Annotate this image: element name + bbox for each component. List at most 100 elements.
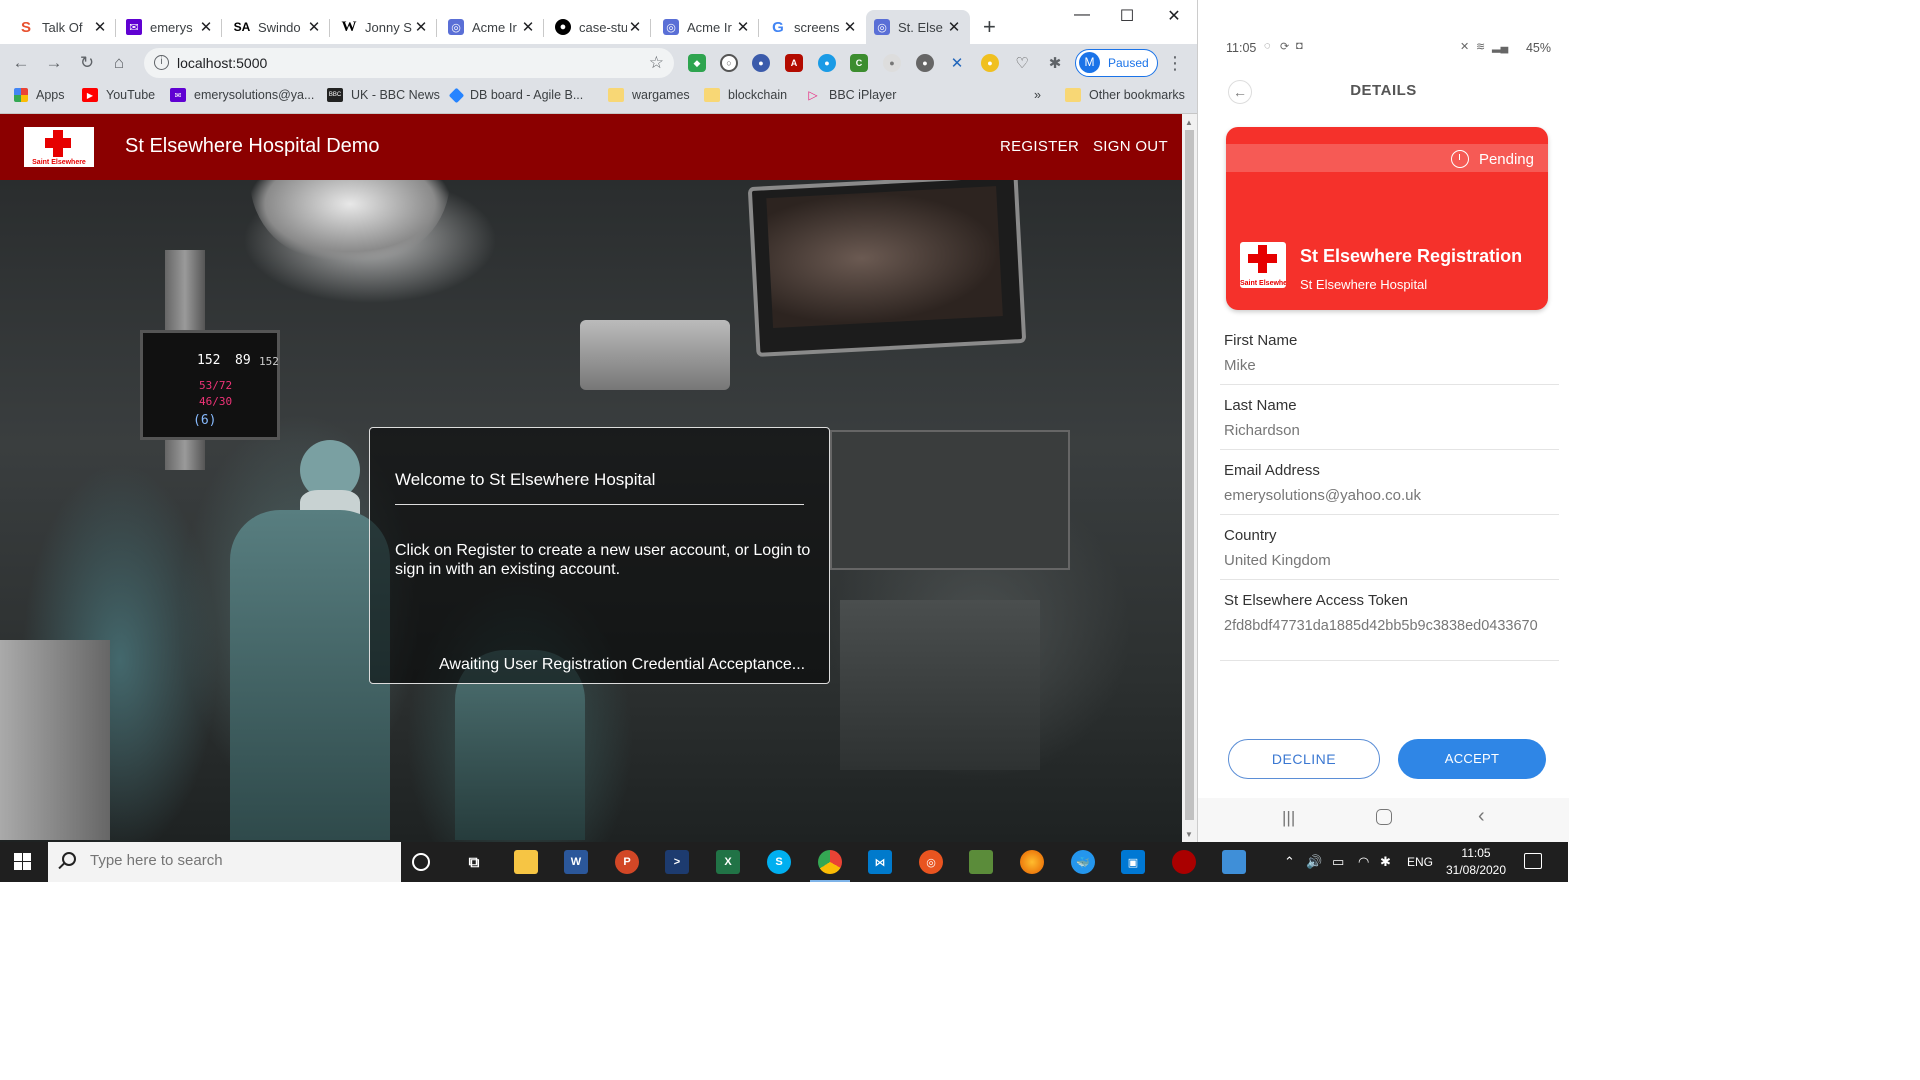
bookmark-db-board[interactable]: DB board - Agile B... — [448, 87, 583, 103]
close-icon[interactable]: ✕ — [946, 18, 962, 36]
docker-icon[interactable]: 🐳 — [1071, 850, 1095, 874]
close-icon[interactable]: ✕ — [842, 18, 858, 36]
scrollbar-thumb[interactable] — [1185, 130, 1194, 820]
extension-globe-icon[interactable]: ● — [752, 54, 770, 72]
vscode-icon[interactable]: ⋈ — [868, 850, 892, 874]
network-icon[interactable]: ◠ — [1358, 854, 1369, 870]
extension-gray-icon[interactable]: ● — [883, 54, 901, 72]
decline-button[interactable]: DECLINE — [1228, 739, 1380, 779]
bookmark-youtube[interactable]: ▶ YouTube — [82, 88, 155, 102]
close-icon[interactable]: ✕ — [413, 18, 429, 36]
firefox-icon[interactable] — [1020, 850, 1044, 874]
home-button[interactable]: ⌂ — [108, 53, 130, 73]
task-view-icon[interactable]: ⧉ — [462, 850, 486, 874]
remote-desktop-icon[interactable]: ▣ — [1121, 850, 1145, 874]
bookmark-yahoo-mail[interactable]: ✉ emerysolutions@ya... — [170, 88, 314, 102]
notifications-icon[interactable] — [1524, 853, 1542, 869]
scroll-up-icon[interactable]: ▲ — [1185, 118, 1193, 127]
volume-icon[interactable]: 🔊 — [1306, 854, 1322, 870]
bookmark-blockchain[interactable]: blockchain — [704, 88, 787, 102]
search-input[interactable] — [90, 852, 390, 869]
powerpoint-icon[interactable]: P — [615, 850, 639, 874]
extension-shield-icon[interactable]: ◆ — [688, 54, 706, 72]
url-text[interactable]: localhost:5000 — [177, 55, 267, 71]
bookmarks-overflow-button[interactable]: » — [1034, 88, 1041, 102]
close-icon[interactable]: ✕ — [520, 18, 536, 36]
scroll-down-icon[interactable]: ▼ — [1185, 830, 1193, 839]
close-icon[interactable]: ✕ — [198, 18, 214, 36]
bookmark-other[interactable]: Other bookmarks — [1065, 88, 1185, 102]
bookmark-apps[interactable]: Apps — [14, 88, 65, 102]
tab-talk-of[interactable]: S Talk Of ✕ — [10, 10, 116, 44]
pocket-icon[interactable]: ♡ — [1013, 54, 1031, 72]
new-tab-button[interactable]: + — [983, 14, 996, 40]
home-icon[interactable] — [1376, 809, 1392, 825]
bookmark-star-icon[interactable]: ☆ — [649, 53, 664, 73]
close-window-button[interactable]: ✕ — [1159, 6, 1189, 26]
taskbar-clock[interactable]: 11:05 31/08/2020 — [1440, 845, 1512, 879]
skype-icon[interactable]: S — [767, 850, 791, 874]
excel-icon[interactable]: X — [716, 850, 740, 874]
browser-menu-icon[interactable]: ⋮ — [1166, 53, 1184, 74]
accept-button[interactable]: ACCEPT — [1398, 739, 1546, 779]
cors-icon[interactable]: C — [850, 54, 868, 72]
hospital-logo[interactable]: Saint Elsewhere — [24, 127, 94, 167]
signout-link[interactable]: SIGN OUT — [1093, 138, 1168, 155]
address-bar[interactable]: i localhost:5000 ☆ — [144, 48, 674, 78]
tray-expand-icon[interactable]: ⌃ — [1284, 854, 1295, 870]
extension-circle-icon[interactable]: ○ — [720, 54, 738, 72]
bookmarks-bar: Apps ▶ YouTube ✉ emerysolutions@ya... BB… — [0, 82, 1197, 114]
tab-emerys[interactable]: ✉ emerys ✕ — [118, 10, 222, 44]
profile-button[interactable]: M Paused — [1075, 49, 1158, 77]
notepad-icon[interactable] — [969, 850, 993, 874]
extension-yellow-icon[interactable]: ● — [981, 54, 999, 72]
taskbar-search[interactable] — [48, 842, 401, 882]
extension-search-icon[interactable]: ● — [818, 54, 836, 72]
bookmark-bbc-news[interactable]: BBC UK - BBC News — [327, 88, 440, 102]
tab-wikipedia[interactable]: W Jonny S ✕ — [333, 10, 437, 44]
tab-acme-2[interactable]: ◎ Acme Ir ✕ — [655, 10, 759, 44]
details-title: DETAILS — [1350, 82, 1417, 99]
bookmark-wargames[interactable]: wargames — [608, 88, 690, 102]
extension-dark-icon[interactable]: ● — [916, 54, 934, 72]
windows-start-icon[interactable] — [14, 853, 32, 871]
bluetooth-icon[interactable]: ✱ — [1380, 854, 1391, 870]
tab-acme-1[interactable]: ◎ Acme Ir ✕ — [440, 10, 544, 44]
recent-apps-icon[interactable]: ||| — [1282, 808, 1295, 828]
language-indicator[interactable]: ENG — [1407, 855, 1433, 869]
site-info-icon[interactable]: i — [154, 55, 169, 70]
word-icon[interactable]: W — [564, 850, 588, 874]
back-icon[interactable]: ‹ — [1478, 805, 1485, 828]
page-scrollbar[interactable]: ▲ ▼ — [1182, 114, 1197, 842]
close-icon[interactable]: ✕ — [92, 18, 108, 36]
tab-case-study[interactable]: ● case-stu ✕ — [547, 10, 651, 44]
ubuntu-icon[interactable]: ◎ — [919, 850, 943, 874]
acrobat-icon[interactable]: A — [785, 54, 803, 72]
back-button[interactable]: ← — [10, 53, 32, 73]
phone-screen: 11:05 ◌ ⟳ ◘ ✕ ≋ ▂▄ 45% ← DETAILS Pending… — [1197, 0, 1569, 842]
powershell-icon[interactable]: > — [665, 850, 689, 874]
battery-icon[interactable]: ▭ — [1332, 854, 1344, 870]
register-link[interactable]: REGISTER — [1000, 138, 1079, 155]
browser-window: S Talk Of ✕ ✉ emerys ✕ SA Swindo ✕ W Jon… — [0, 0, 1197, 842]
forward-button[interactable]: → — [43, 53, 65, 73]
photos-icon[interactable] — [1222, 850, 1246, 874]
cortana-icon[interactable] — [412, 853, 430, 871]
close-icon[interactable]: ✕ — [735, 18, 751, 36]
tab-screens[interactable]: G screens ✕ — [762, 10, 866, 44]
close-icon[interactable]: ✕ — [627, 18, 643, 36]
app-red-icon[interactable] — [1172, 850, 1196, 874]
close-icon[interactable]: ✕ — [306, 18, 322, 36]
chrome-icon[interactable] — [818, 850, 842, 874]
extension-tools-icon[interactable]: ✕ — [948, 54, 966, 72]
extensions-puzzle-icon[interactable]: ✱ — [1046, 54, 1064, 72]
bookmark-bbc-iplayer[interactable]: ▷ BBC iPlayer — [805, 88, 896, 102]
tab-swindon[interactable]: SA Swindo ✕ — [226, 10, 330, 44]
minimize-button[interactable]: — — [1067, 6, 1097, 24]
reload-button[interactable]: ↻ — [76, 53, 98, 73]
app-title[interactable]: St Elsewhere Hospital Demo — [125, 135, 380, 158]
google-icon: G — [772, 18, 784, 36]
file-explorer-icon[interactable] — [514, 850, 538, 874]
tab-st-elsewhere[interactable]: ◎ St. Else ✕ — [866, 10, 970, 44]
maximize-button[interactable]: ☐ — [1112, 6, 1142, 26]
